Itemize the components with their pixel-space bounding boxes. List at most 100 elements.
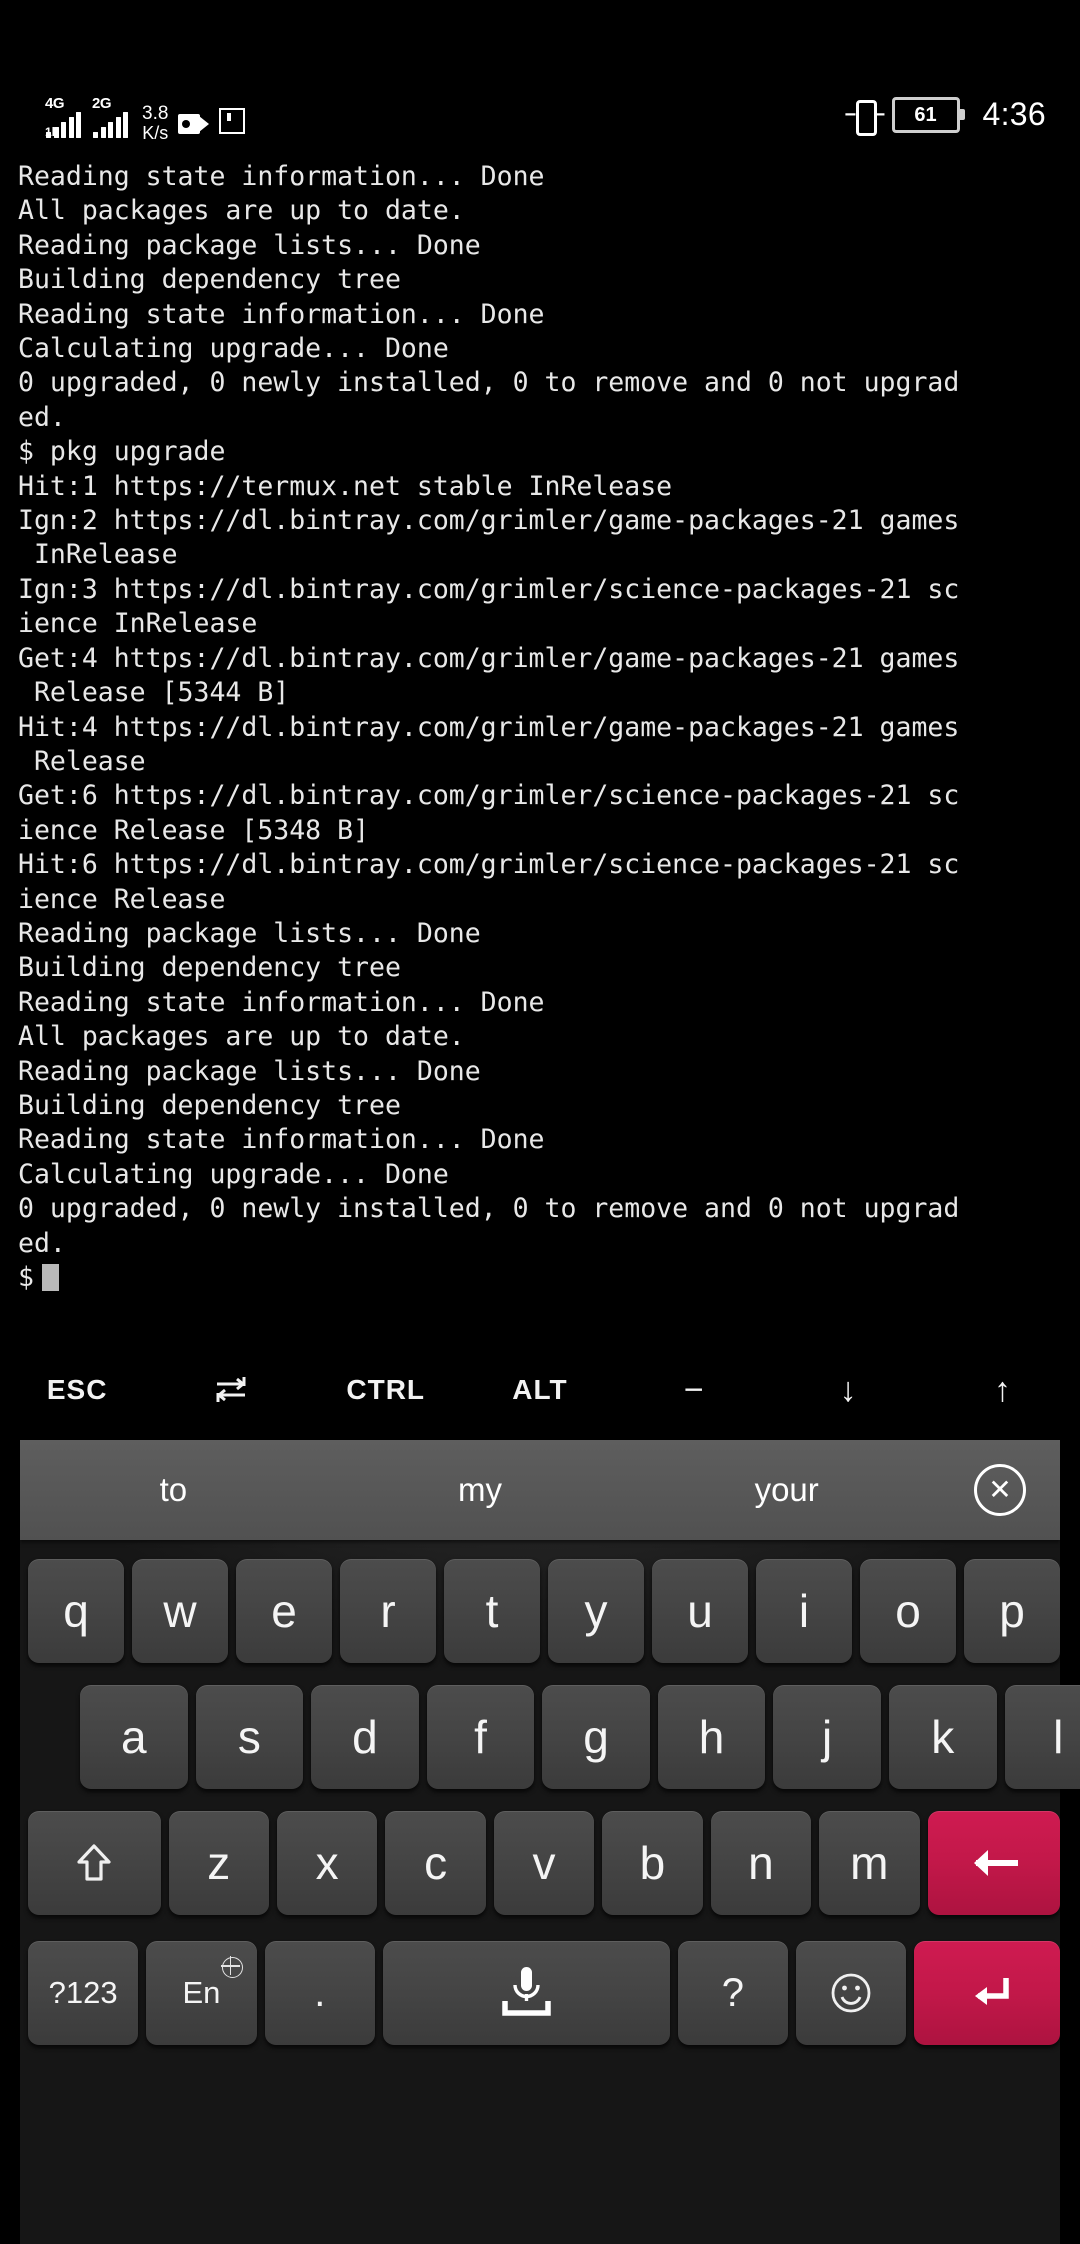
clock-label: 4:36 bbox=[982, 96, 1046, 132]
key-e[interactable]: e bbox=[236, 1559, 332, 1663]
suggestion-item-3[interactable]: your bbox=[633, 1471, 940, 1509]
key-h[interactable]: h bbox=[657, 1685, 766, 1789]
suggestion-close-button[interactable]: ✕ bbox=[940, 1464, 1060, 1516]
battery-level-label: 61 bbox=[914, 103, 937, 126]
key-b[interactable]: b bbox=[602, 1811, 703, 1915]
terminal-line: Hit:6 https://dl.bintray.com/grimler/sci… bbox=[18, 849, 960, 881]
terminal-line: ed. bbox=[18, 401, 66, 433]
key-question[interactable]: ? bbox=[677, 1941, 789, 2045]
key-s[interactable]: s bbox=[195, 1685, 304, 1789]
key-q[interactable]: q bbox=[28, 1559, 124, 1663]
key-n[interactable]: n bbox=[710, 1811, 812, 1915]
key-m[interactable]: m bbox=[819, 1811, 920, 1915]
key-g[interactable]: g bbox=[542, 1685, 650, 1789]
key-v[interactable]: v bbox=[493, 1811, 595, 1915]
data-rate-unit: K/s bbox=[142, 122, 169, 143]
extra-key-ctrl[interactable]: CTRL bbox=[309, 1374, 463, 1406]
suggestion-bar: to my your ✕ bbox=[20, 1440, 1060, 1540]
key-w[interactable]: w bbox=[132, 1559, 228, 1663]
key-j[interactable]: j bbox=[773, 1685, 881, 1789]
battery-icon: 61 bbox=[891, 96, 965, 133]
soft-keyboard: to my your ✕ qwertyuiop asdfghjkl zxcvbn… bbox=[20, 1440, 1080, 2244]
terminal-line: Reading state information... Done bbox=[18, 1124, 545, 1156]
keyboard-row-3: zxcvbnm bbox=[20, 1804, 1068, 1922]
terminal-line: Reading state information... Done bbox=[18, 161, 545, 192]
key-enter[interactable] bbox=[914, 1941, 1060, 2045]
key-d[interactable]: d bbox=[311, 1685, 419, 1789]
key-o[interactable]: o bbox=[860, 1559, 956, 1663]
key-a[interactable]: a bbox=[80, 1685, 188, 1789]
keyboard-row-4: ?123 En . ? bbox=[20, 1934, 1068, 2052]
terminal-line: Get:6 https://dl.bintray.com/grimler/sci… bbox=[18, 780, 960, 812]
terminal-line: Building dependency tree bbox=[18, 1089, 401, 1121]
terminal-output[interactable]: Reading state information... Done All pac… bbox=[0, 160, 1080, 1340]
extra-key-alt[interactable]: ALT bbox=[463, 1374, 617, 1406]
terminal-line: ience InRelease bbox=[18, 608, 258, 640]
status-bar-left: 4G 1b 2G 3.8 K/s bbox=[44, 95, 246, 142]
terminal-line: Calculating upgrade... Done bbox=[18, 333, 449, 365]
key-l[interactable]: l bbox=[1004, 1685, 1080, 1789]
key-f[interactable]: f bbox=[426, 1685, 535, 1789]
keyboard-row-2: asdfghjkl bbox=[20, 1678, 1080, 1796]
data-rate-indicator: 3.8 K/s bbox=[142, 104, 168, 142]
terminal-line: ed. bbox=[18, 1227, 66, 1259]
extra-key-arrow-up[interactable]: ↑ bbox=[926, 1371, 1080, 1410]
key-x[interactable]: x bbox=[276, 1811, 378, 1915]
terminal-line: $ pkg upgrade bbox=[18, 436, 226, 468]
signal-bar-group-2 bbox=[93, 112, 128, 138]
key-period[interactable]: . bbox=[264, 1941, 375, 2045]
key-u[interactable]: u bbox=[652, 1559, 748, 1663]
key-i[interactable]: i bbox=[756, 1559, 852, 1663]
status-bar-right: − − 61 4:36 bbox=[845, 96, 1046, 136]
key-z[interactable]: z bbox=[168, 1811, 269, 1915]
terminal-line: ience Release [5348 B] bbox=[18, 814, 369, 846]
status-bar: 4G 1b 2G 3.8 K/s − − 61 4:36 bbox=[0, 0, 1080, 168]
signal-bars-icon-1: 4G 1b bbox=[44, 95, 81, 139]
terminal-line: 0 upgraded, 0 newly installed, 0 to remo… bbox=[18, 367, 960, 399]
terminal-prompt-line: $ bbox=[0, 1261, 1080, 1295]
terminal-line: Ign:3 https://dl.bintray.com/grimler/sci… bbox=[18, 573, 960, 605]
key-shift[interactable] bbox=[28, 1811, 161, 1915]
key-t[interactable]: t bbox=[444, 1559, 540, 1663]
key-r[interactable]: r bbox=[340, 1559, 436, 1663]
key-y[interactable]: y bbox=[548, 1559, 644, 1663]
terminal-line: Reading package lists... Done bbox=[18, 229, 481, 261]
enter-icon bbox=[975, 1978, 1009, 2005]
signal-prefix-1: 1b bbox=[45, 125, 60, 139]
key-language[interactable]: En bbox=[146, 1941, 257, 2045]
terminal-line: Release [5344 B] bbox=[18, 677, 290, 709]
terminal-line: Release bbox=[18, 745, 146, 777]
smiley-icon bbox=[831, 1973, 871, 2013]
extra-key-arrow-down[interactable]: ↓ bbox=[771, 1371, 925, 1410]
video-recording-icon bbox=[178, 114, 210, 134]
key-p[interactable]: p bbox=[964, 1559, 1060, 1663]
tab-arrows-icon bbox=[216, 1377, 246, 1403]
globe-icon bbox=[221, 1956, 243, 1978]
key-space[interactable] bbox=[382, 1941, 670, 2045]
extra-key-tab[interactable] bbox=[154, 1373, 308, 1408]
suggestion-item-2[interactable]: my bbox=[327, 1471, 634, 1509]
key-emoji[interactable] bbox=[796, 1941, 907, 2045]
signal-generation-label-1: 4G bbox=[45, 95, 65, 112]
terminal-line: Reading state information... Done bbox=[18, 298, 545, 330]
terminal-line: Ign:2 https://dl.bintray.com/grimler/gam… bbox=[18, 505, 960, 537]
key-k[interactable]: k bbox=[888, 1685, 997, 1789]
terminal-cursor bbox=[41, 1264, 59, 1291]
extra-key-minus[interactable]: − bbox=[617, 1371, 771, 1410]
terminal-line: Reading package lists... Done bbox=[18, 917, 481, 949]
terminal-line: Hit:4 https://dl.bintray.com/grimler/gam… bbox=[18, 711, 960, 743]
terminal-line: 0 upgraded, 0 newly installed, 0 to remo… bbox=[18, 1193, 960, 1225]
backspace-icon bbox=[973, 1850, 1018, 1876]
key-backspace[interactable] bbox=[927, 1811, 1061, 1915]
terminal-line: Building dependency tree bbox=[18, 952, 401, 984]
suggestion-item-1[interactable]: to bbox=[20, 1471, 327, 1509]
extra-key-esc[interactable]: ESC bbox=[0, 1374, 154, 1406]
terminal-line: All packages are up to date. bbox=[18, 1021, 465, 1053]
data-rate-value: 3.8 bbox=[142, 103, 169, 125]
key-c[interactable]: c bbox=[385, 1811, 486, 1915]
terminal-line-list: Reading state information... Done All pac… bbox=[0, 160, 1080, 1261]
keyboard-row-1: qwertyuiop bbox=[20, 1552, 1068, 1670]
key-symbols[interactable]: ?123 bbox=[28, 1941, 139, 2045]
screenshot-square-icon bbox=[219, 108, 246, 134]
signal-bars-icon-2: 2G bbox=[91, 96, 128, 138]
